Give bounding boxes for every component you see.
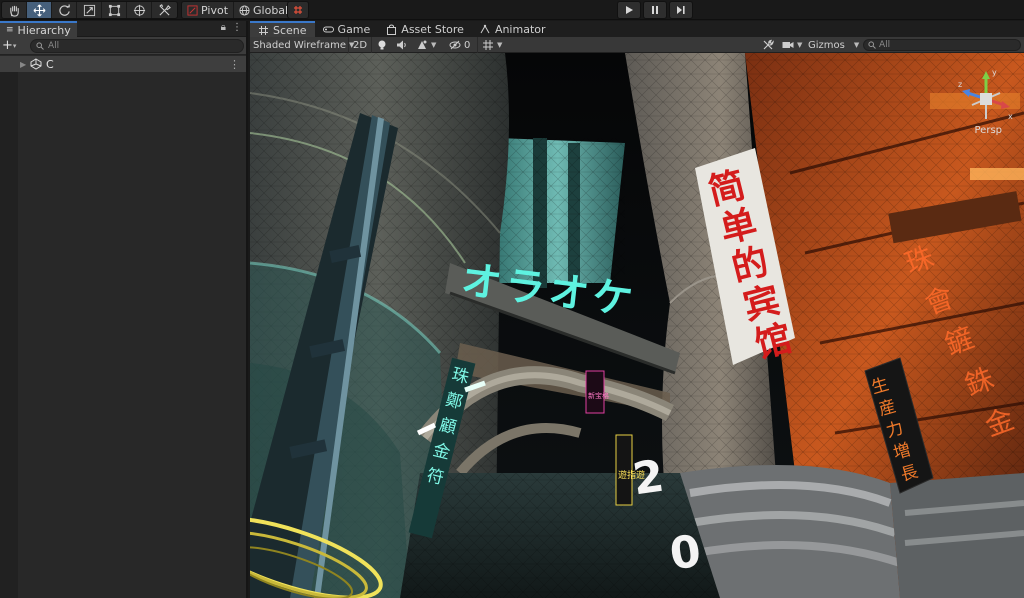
hierarchy-gutter: [0, 72, 18, 598]
lighting-toggle[interactable]: [376, 37, 388, 53]
gizmos-label: Gizmos: [808, 39, 845, 51]
grid-snap-icon: [294, 6, 302, 14]
step-icon: [677, 6, 685, 14]
scene-panel: Scene Game Asset Store Animator Shaded W…: [250, 21, 1024, 598]
pivot-toggle[interactable]: Pivot: [182, 2, 235, 18]
projection-label[interactable]: Persp: [975, 125, 1003, 136]
hierarchy-toolbar: + ▾ All: [0, 37, 246, 55]
animator-icon: [480, 24, 490, 33]
hidden-count: 0: [464, 39, 471, 51]
gizmos-dropdown[interactable]: Gizmos ▼: [808, 37, 859, 53]
eye-slash-icon: [449, 40, 461, 50]
gamepad-icon: [322, 26, 334, 32]
camera-icon: [782, 42, 794, 48]
tab-game[interactable]: Game: [315, 21, 379, 37]
playback-controls: [617, 1, 695, 19]
scene-row-menu-icon[interactable]: ⋮: [229, 58, 240, 71]
lock-icon[interactable]: 🔒︎: [221, 22, 226, 33]
chevron-down-icon: ▼: [797, 41, 803, 49]
shading-mode-label: Shaded Wireframe: [253, 39, 346, 51]
tab-animator[interactable]: Animator: [472, 21, 554, 37]
scene-toolbar: Shaded Wireframe ▼ 2D ▼ 0 ▼ ▼ Gizmos ▼ A…: [250, 37, 1024, 53]
scene-name: C: [46, 57, 54, 71]
unity-scene-icon: [30, 58, 42, 70]
play-button[interactable]: [617, 1, 641, 19]
global-label: Global: [253, 3, 289, 17]
scale-tool-icon[interactable]: [77, 2, 102, 18]
tab-animator-label: Animator: [494, 22, 546, 36]
hierarchy-scene-row[interactable]: ▶ C ⋮: [0, 56, 246, 72]
rotate-tool-icon[interactable]: [52, 2, 77, 18]
svg-text:y: y: [992, 68, 997, 77]
global-toggle[interactable]: Global: [234, 2, 293, 18]
hierarchy-tab-label: Hierarchy: [17, 23, 71, 37]
pause-icon: [652, 6, 658, 14]
pivot-icon: [187, 4, 198, 16]
pivot-global-group: Pivot Global: [181, 1, 295, 19]
tab-game-label: Game: [337, 22, 371, 36]
tab-scene-label: Scene: [273, 23, 307, 37]
pivot-label: Pivot: [201, 3, 229, 17]
tab-scene[interactable]: Scene: [250, 21, 315, 37]
add-object-button[interactable]: + ▾: [2, 38, 20, 53]
chevron-down-icon: ▼: [497, 41, 503, 49]
scene-viewport[interactable]: オラオケ 珠 鄭 顧 金 符 简 单 的 宾 馆 生 産 力 増 長 珠 會 鏟…: [250, 53, 1024, 598]
scene-search-input[interactable]: All: [863, 39, 1021, 51]
chevron-down-icon: ▾: [12, 41, 17, 50]
rect-tool-icon[interactable]: [102, 2, 127, 18]
globe-icon: [239, 4, 250, 16]
wrench-icon: [763, 39, 774, 50]
hidden-objects-toggle[interactable]: 0: [449, 37, 470, 53]
grid-dropdown[interactable]: ▼: [477, 37, 502, 53]
transform-tool-icon[interactable]: [127, 2, 152, 18]
expand-arrow-icon[interactable]: ▶: [20, 60, 30, 69]
transform-tools: [1, 1, 178, 19]
grid-snap-button[interactable]: [287, 1, 309, 19]
speaker-icon: [397, 40, 406, 50]
toggle-2d-label: 2D: [353, 39, 368, 51]
hierarchy-menu-icon: ≡: [6, 25, 14, 35]
play-icon: [626, 6, 633, 14]
hand-tool-icon[interactable]: [2, 2, 27, 18]
scene-search-placeholder: All: [879, 40, 891, 50]
hierarchy-panel: ≡ Hierarchy 🔒︎ ⋮ + ▾ All ▶ C ⋮: [0, 21, 248, 598]
chevron-down-icon: ▼: [853, 41, 860, 49]
effects-icon: [418, 40, 427, 49]
scene-tab-bar: Scene Game Asset Store Animator: [250, 21, 1024, 37]
shading-mode-dropdown[interactable]: Shaded Wireframe ▼: [253, 37, 354, 53]
search-icon: [36, 42, 44, 50]
grid-visibility-icon: [483, 40, 493, 50]
city-scene-render: オラオケ 珠 鄭 顧 金 符 简 单 的 宾 馆 生 産 力 増 長 珠 會 鏟…: [250, 53, 1024, 598]
lightbulb-icon: [378, 40, 386, 50]
effects-dropdown[interactable]: ▼: [416, 37, 436, 53]
hierarchy-search-input[interactable]: All: [30, 39, 244, 53]
hierarchy-tab-icons: 🔒︎ ⋮: [221, 22, 242, 33]
small-pink-sign: 新宝格: [588, 391, 609, 400]
chevron-down-icon: ▼: [431, 41, 437, 49]
plus-icon: +: [2, 38, 13, 53]
main-toolbar: Pivot Global: [0, 0, 1024, 20]
hierarchy-search-placeholder: All: [48, 41, 60, 51]
camera-dropdown[interactable]: ▼: [782, 37, 802, 53]
tab-asset-store[interactable]: Asset Store: [378, 21, 472, 37]
svg-text:z: z: [958, 80, 962, 89]
grid-icon: [259, 25, 268, 35]
audio-toggle[interactable]: [396, 37, 408, 53]
svg-text:x: x: [1008, 112, 1013, 121]
hierarchy-tab[interactable]: ≡ Hierarchy: [0, 21, 77, 37]
panel-menu-icon[interactable]: ⋮: [232, 22, 242, 33]
pause-button[interactable]: [643, 1, 667, 19]
tools-settings-button[interactable]: [762, 37, 774, 53]
move-tool-icon[interactable]: [27, 2, 52, 18]
bag-icon: [387, 24, 397, 35]
custom-tool-icon[interactable]: [152, 2, 177, 18]
toggle-2d-button[interactable]: 2D: [348, 37, 373, 53]
search-icon: [868, 41, 876, 49]
tab-asset-store-label: Asset Store: [401, 22, 464, 36]
step-button[interactable]: [669, 1, 693, 19]
